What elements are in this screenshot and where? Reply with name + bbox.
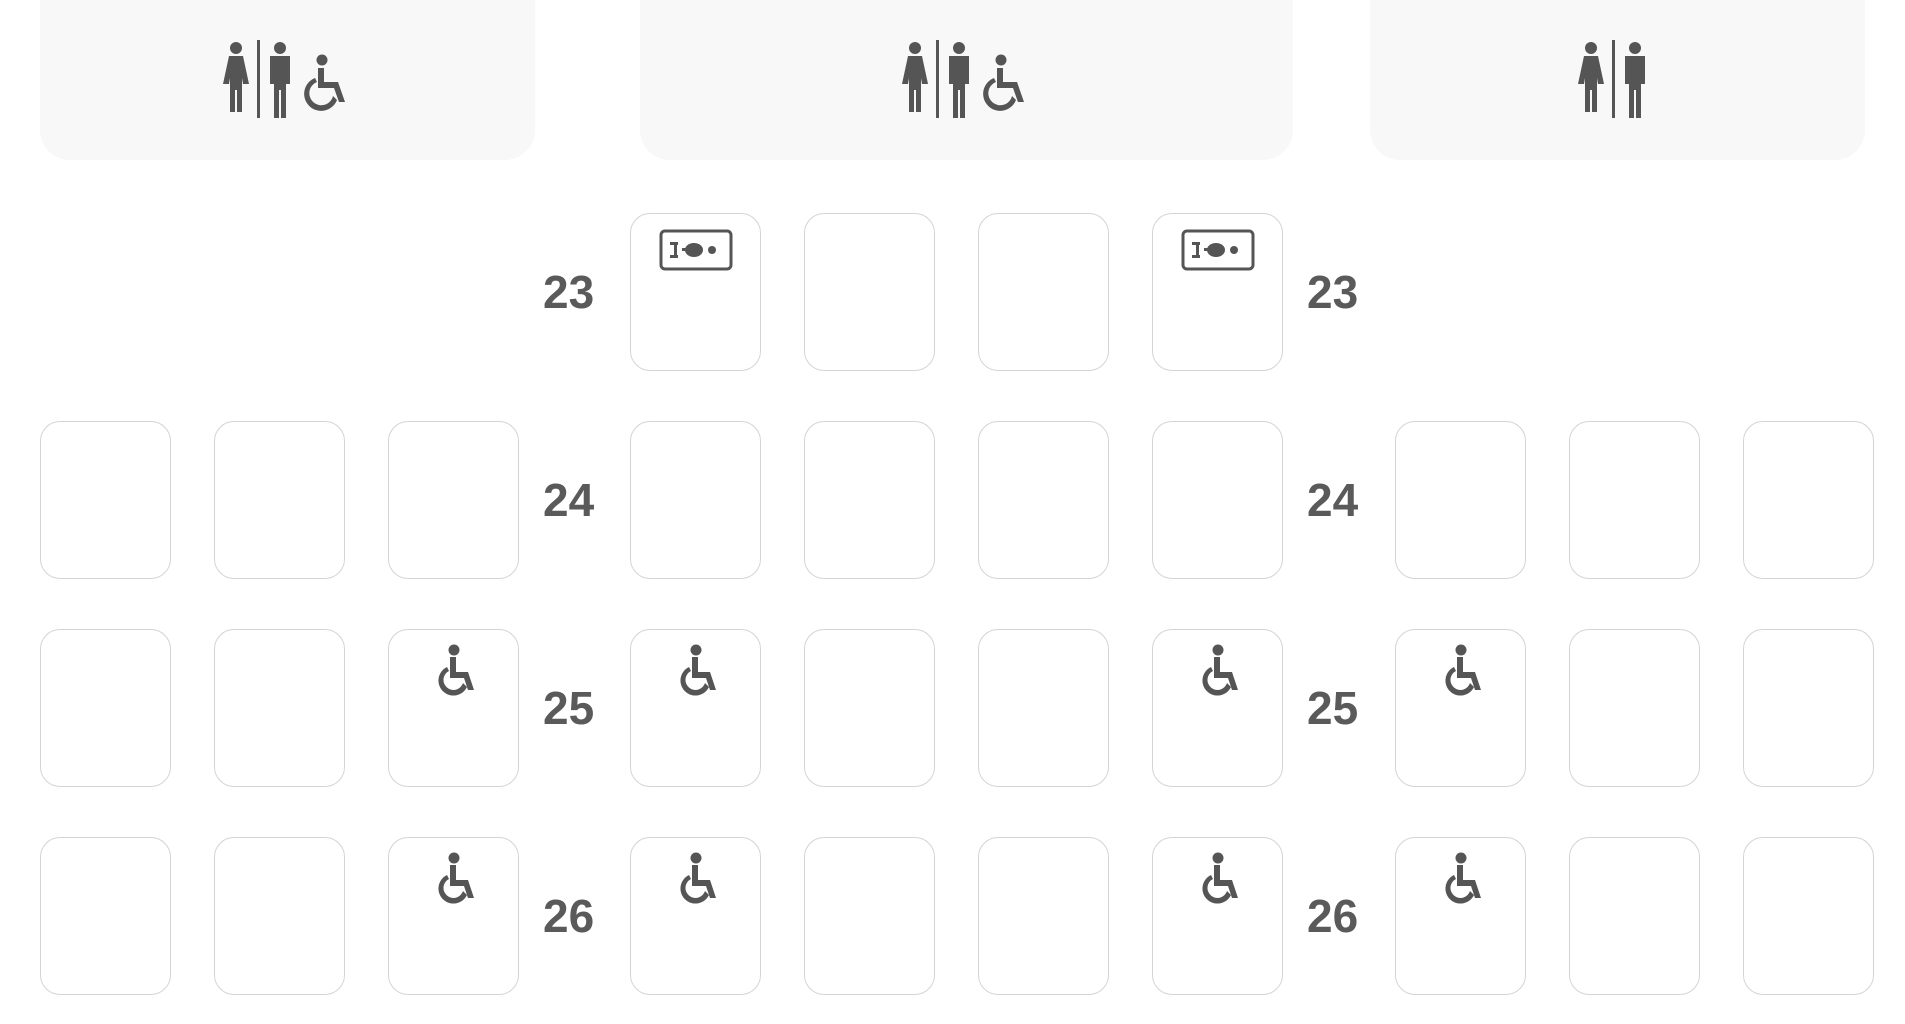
seat-23-6[interactable] [978,213,1109,371]
seat-24-3[interactable] [388,421,519,579]
lavatory-right [1370,0,1865,160]
seat-25-3[interactable] [388,629,519,787]
row-label: 25 [543,682,595,734]
row-label: 24 [1307,474,1359,526]
seat-25-5[interactable] [804,629,935,787]
lavatory-woman-man-wheelchair-icon [901,40,1024,118]
seat-24-8[interactable] [1395,421,1526,579]
seat-25-6[interactable] [978,629,1109,787]
seat-24-5[interactable] [804,421,935,579]
seat-24-4[interactable] [630,421,761,579]
seat-25-2[interactable] [214,629,345,787]
bassinet-icon [659,229,732,271]
wheelchair-icon [1201,852,1238,904]
seat-24-10[interactable] [1743,421,1874,579]
seat-23-5[interactable] [804,213,935,371]
row-label: 24 [543,474,595,526]
row-label: 23 [543,266,595,318]
seat-26-3[interactable] [388,837,519,995]
bassinet-icon [1181,229,1254,271]
seat-25-10[interactable] [1743,629,1874,787]
seat-23-4[interactable] [630,213,761,371]
wheelchair-icon [1444,852,1481,904]
wheelchair-icon [679,852,716,904]
seat-24-1[interactable] [40,421,171,579]
seat-23-7[interactable] [1152,213,1283,371]
seat-26-9[interactable] [1569,837,1700,995]
seat-26-1[interactable] [40,837,171,995]
row-label: 26 [1307,890,1359,942]
wheelchair-icon [1444,644,1481,696]
seat-26-4[interactable] [630,837,761,995]
seat-25-7[interactable] [1152,629,1283,787]
seat-24-7[interactable] [1152,421,1283,579]
seat-25-9[interactable] [1569,629,1700,787]
seat-24-2[interactable] [214,421,345,579]
lavatory-woman-man-icon [1577,40,1645,118]
wheelchair-icon [437,852,474,904]
seat-25-4[interactable] [630,629,761,787]
lavatory-center [640,0,1293,160]
seat-26-2[interactable] [214,837,345,995]
lavatory-left [40,0,535,160]
wheelchair-icon [1201,644,1238,696]
seat-25-8[interactable] [1395,629,1526,787]
seat-26-8[interactable] [1395,837,1526,995]
wheelchair-icon [437,644,474,696]
seat-25-1[interactable] [40,629,171,787]
seat-26-5[interactable] [804,837,935,995]
seat-26-7[interactable] [1152,837,1283,995]
seat-24-9[interactable] [1569,421,1700,579]
row-label: 25 [1307,682,1359,734]
row-label: 23 [1307,266,1359,318]
wheelchair-icon [679,644,716,696]
seat-26-10[interactable] [1743,837,1874,995]
row-label: 26 [543,890,595,942]
seat-26-6[interactable] [978,837,1109,995]
seat-24-6[interactable] [978,421,1109,579]
lavatory-woman-man-wheelchair-icon [222,40,345,118]
